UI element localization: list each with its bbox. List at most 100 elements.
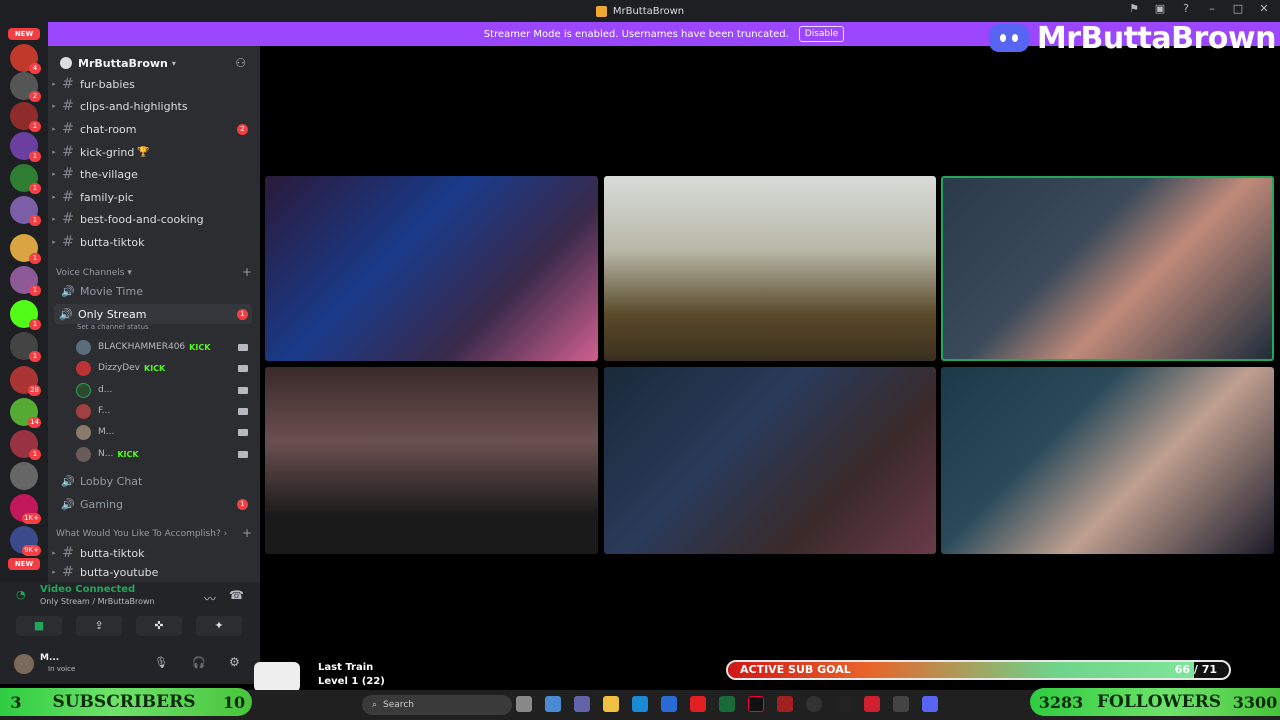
hash-icon: # [62,234,74,250]
obs-icon[interactable] [806,696,822,712]
channel-the-village[interactable]: ▸ # the-village [48,164,260,184]
tiktok-icon[interactable] [748,696,764,712]
screen-share-button[interactable]: ⇪ [76,616,122,636]
server-icon[interactable]: 1 [10,196,41,226]
video-tile[interactable] [265,367,598,554]
file-explorer-icon[interactable] [603,696,619,712]
speaker-icon: 🔊 [61,474,75,488]
screen: { "window": {"title": "MrButtaBrown"}, "… [0,0,1280,720]
disable-button[interactable]: Disable [798,26,845,42]
voice-user[interactable]: F... [76,401,260,421]
invite-icon[interactable]: ⚇ [235,56,246,70]
taskbar-search[interactable]: ⌕ Search [362,695,512,715]
discord-taskbar-icon[interactable] [922,696,938,712]
voice-status: Video Connected [40,584,136,595]
server-icon[interactable]: 1 [10,164,41,194]
app-icon[interactable] [777,696,793,712]
server-icon[interactable]: 1 [10,132,41,162]
voice-location[interactable]: Only Stream / MrButtaBrown [40,597,155,606]
channel-butta-tiktok[interactable]: ▸ # butta-tiktok [48,232,260,252]
channel-fur-babies[interactable]: ▸ # fur-babies [48,74,260,94]
add-channel-icon[interactable]: + [242,526,252,540]
disconnect-icon[interactable]: ☎ [229,588,244,602]
app-icon[interactable] [835,696,851,712]
noise-suppression-icon[interactable]: 〰 [204,590,216,607]
server-icon[interactable]: 4 [10,44,41,74]
subs-current: 3 [10,692,22,712]
excel-icon[interactable] [719,696,735,712]
window-title: MrButtaBrown [612,5,685,17]
server-icon[interactable]: 1 [10,234,41,264]
brand-name: MrButtaBrown [1036,20,1277,56]
help-icon[interactable]: ? [1180,3,1192,15]
video-tile-speaking[interactable] [941,176,1274,361]
app-icon[interactable] [864,696,880,712]
server-icon[interactable]: 1K+ [10,494,41,524]
headphones-icon[interactable]: 🎧 [192,656,206,669]
server-icon[interactable]: 1 [10,102,41,132]
camera-button[interactable]: ■ [16,616,62,636]
voice-channel-only-stream[interactable]: 🔊 Only Stream 1 [54,304,252,324]
server-icon[interactable]: 1 [10,430,41,460]
channel-chat-room[interactable]: ▸ # chat-room 2 [48,119,260,139]
now-playing-title: Last Train [318,662,374,673]
close-icon[interactable]: ✕ [1258,3,1270,15]
subs-label: SUBSCRIBERS [52,692,196,712]
camera-icon [238,450,248,458]
camera-icon [238,407,248,415]
soundboard-button[interactable]: ✦ [196,616,242,636]
activities-button[interactable]: ✜ [136,616,182,636]
channel-best-food-and-cooking[interactable]: ▸ # best-food-and-cooking [48,209,260,229]
voice-user[interactable]: d... [76,380,260,400]
channel-family-pic[interactable]: ▸ # family-pic [48,187,260,207]
trophy-icon: 🏆 [137,146,150,158]
voice-user[interactable]: BLACKHAMMER406 KICK [76,337,260,357]
server-icon[interactable]: 28 [10,366,41,396]
add-channel-icon[interactable]: + [242,265,252,279]
youtube-icon[interactable] [690,696,706,712]
teams-icon[interactable] [574,696,590,712]
server-icon[interactable]: 1 [10,332,41,362]
category-header[interactable]: What Would You Like To Accomplish? › + [56,526,252,540]
video-tile[interactable] [265,176,598,361]
subscribers-bar: 3 SUBSCRIBERS 10 [0,688,252,716]
avatar[interactable] [14,654,34,674]
avatar [76,382,91,398]
video-tile[interactable] [941,367,1274,554]
video-tile[interactable] [604,367,936,554]
minimize-icon[interactable]: – [1206,3,1218,15]
server-icon[interactable]: 14 [10,398,41,428]
server-icon[interactable]: 1 [10,266,41,296]
screen-icon[interactable]: ▣ [1154,3,1166,15]
channel-clips-and-highlights[interactable]: ▸ # clips-and-highlights [48,96,260,116]
channel-butta-tiktok-2[interactable]: ▸ # butta-tiktok [48,543,260,563]
inbox-icon[interactable]: ⚑ [1128,3,1140,15]
maximize-icon[interactable]: □ [1232,3,1244,15]
voice-category-header[interactable]: Voice Channels ▾ + [56,265,252,279]
voice-user[interactable]: M... [76,422,260,442]
kick-server-icon[interactable]: 1 [10,300,41,330]
channel-butta-youtube[interactable]: ▸ # butta-youtube [48,566,260,578]
store-icon[interactable] [661,696,677,712]
channel-kick-grind[interactable]: ▸ # kick-grind 🏆 [48,142,260,162]
server-icon[interactable]: 2 [10,72,41,102]
sub-goal-value: 66 / 71 [1174,663,1217,676]
channel-status[interactable]: Set a channel status [77,323,149,331]
task-view-icon[interactable] [516,696,532,712]
edge-icon[interactable] [632,696,648,712]
voice-channel-movie-time[interactable]: 🔊 Movie Time [48,281,260,301]
voice-user[interactable]: DizzyDev KICK [76,358,260,378]
server-icon[interactable] [10,462,38,490]
voice-user[interactable]: N... KICK [76,444,260,464]
voice-channel-gaming[interactable]: 🔊 Gaming 1 [48,494,260,514]
new-badge: NEW [8,28,40,40]
server-header[interactable]: MrButtaBrown ▾ ⚇ [48,50,260,76]
capcut-icon[interactable] [893,696,909,712]
video-tile[interactable] [604,176,936,361]
unread-badge: 1 [237,498,248,510]
microphone-icon[interactable]: 🎙 [154,656,168,669]
copilot-icon[interactable] [545,696,561,712]
settings-gear-icon[interactable]: ⚙ [229,655,240,669]
server-icon[interactable]: 9K+ [10,526,41,556]
voice-channel-lobby-chat[interactable]: 🔊 Lobby Chat [48,471,260,491]
